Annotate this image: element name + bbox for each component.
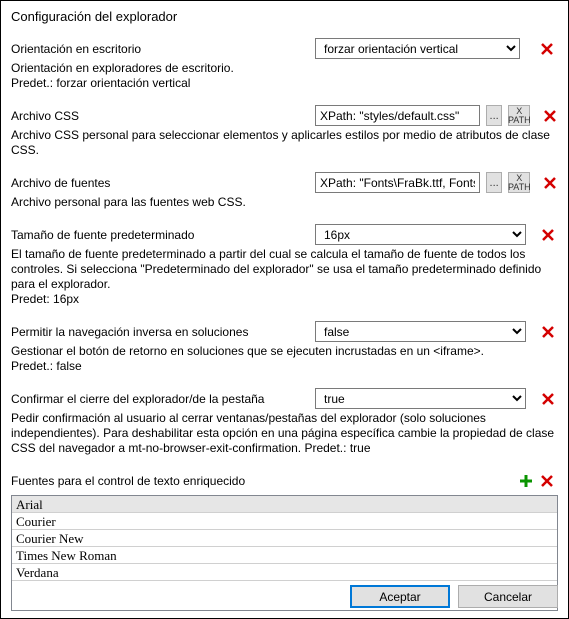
confirmclose-label: Confirmar el cierre del explorador/de la… <box>11 392 309 406</box>
confirmclose-reset-button[interactable] <box>538 388 558 409</box>
list-item[interactable]: Courier <box>12 513 557 530</box>
fontsize-select[interactable]: 16px <box>315 224 526 245</box>
richfonts-remove-button[interactable] <box>536 470 558 491</box>
orientation-select[interactable]: forzar orientación vertical <box>315 38 520 59</box>
fontsize-label: Tamaño de fuente predeterminado <box>11 228 309 242</box>
fontfile-label: Archivo de fuentes <box>11 176 309 190</box>
fontfile-input[interactable] <box>315 172 480 193</box>
fontsize-desc: El tamaño de fuente predeterminado a par… <box>11 247 558 307</box>
richfonts-add-button[interactable] <box>516 471 536 491</box>
fontfile-xpath-button[interactable]: XPATH <box>508 172 530 193</box>
dialog-title: Configuración del explorador <box>11 9 558 24</box>
list-item[interactable]: Verdana <box>12 564 557 581</box>
confirmclose-select[interactable]: true <box>315 388 526 409</box>
fontsize-reset-button[interactable] <box>538 224 558 245</box>
cssfile-desc: Archivo CSS personal para seleccionar el… <box>11 128 558 158</box>
backnav-reset-button[interactable] <box>538 321 558 342</box>
list-item[interactable]: Arial <box>12 496 557 513</box>
list-item[interactable]: Courier New <box>12 530 557 547</box>
cssfile-browse-button[interactable]: ... <box>486 105 502 126</box>
fontfile-browse-button[interactable]: ... <box>486 172 502 193</box>
backnav-select[interactable]: false <box>315 321 526 342</box>
backnav-label: Permitir la navegación inversa en soluci… <box>11 325 309 339</box>
cssfile-reset-button[interactable] <box>542 105 558 126</box>
fontfile-reset-button[interactable] <box>542 172 558 193</box>
ok-button[interactable]: Aceptar <box>350 585 450 608</box>
cssfile-input[interactable] <box>315 105 480 126</box>
orientation-reset-button[interactable] <box>536 38 558 59</box>
fontfile-desc: Archivo personal para las fuentes web CS… <box>11 195 558 210</box>
orientation-desc: Orientación en exploradores de escritori… <box>11 61 558 91</box>
backnav-desc: Gestionar el botón de retorno en solucio… <box>11 344 558 374</box>
cssfile-xpath-button[interactable]: XPATH <box>508 105 530 126</box>
orientation-label: Orientación en escritorio <box>11 42 309 56</box>
cancel-button[interactable]: Cancelar <box>458 585 558 608</box>
richfonts-label: Fuentes para el control de texto enrique… <box>11 474 245 488</box>
confirmclose-desc: Pedir confirmación al usuario al cerrar … <box>11 411 558 456</box>
list-item[interactable]: Times New Roman <box>12 547 557 564</box>
cssfile-label: Archivo CSS <box>11 109 309 123</box>
